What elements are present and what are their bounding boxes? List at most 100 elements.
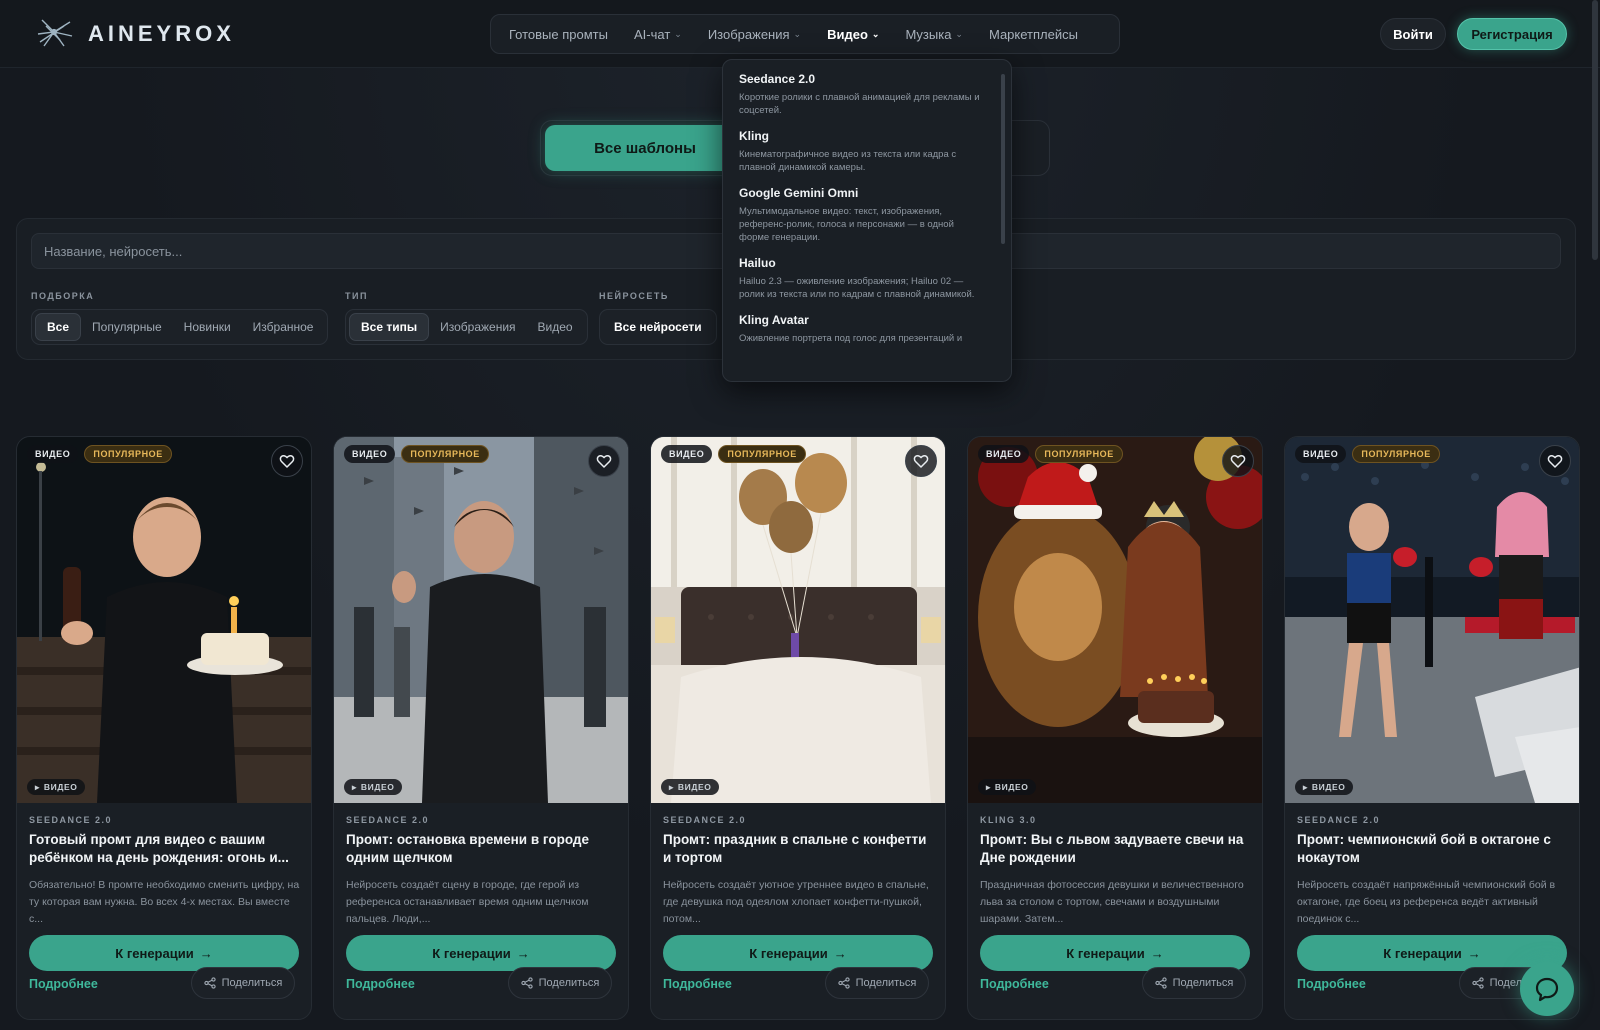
login-button[interactable]: Войти: [1380, 18, 1446, 50]
video-chip-label: ВИДЕО: [1311, 782, 1346, 792]
video-type-chip: ▸ ВИДЕО: [978, 779, 1037, 795]
card-title[interactable]: Промт: Вы с львом задуваете свечи на Дне…: [980, 831, 1252, 869]
card-title[interactable]: Промт: праздник в спальне с конфетти и т…: [663, 831, 935, 869]
more-link[interactable]: Подробнее: [29, 977, 98, 991]
card-model: SEEDANCE 2.0: [663, 815, 747, 825]
nav-item-1[interactable]: AI-чат ⌄: [634, 27, 682, 42]
card-model: SEEDANCE 2.0: [1297, 815, 1381, 825]
favorite-button[interactable]: [1539, 445, 1571, 477]
share-label: Поделиться: [538, 977, 600, 989]
play-icon: ▸: [1303, 781, 1308, 792]
filter-option[interactable]: Все: [35, 313, 82, 341]
card-body: SEEDANCE 2.0 Промт: остановка времени в г…: [346, 815, 618, 929]
play-icon: ▸: [669, 781, 674, 792]
video-type-chip: ▸ ВИДЕО: [344, 779, 403, 795]
network-selected: Все нейросети: [614, 320, 702, 334]
nav-item-2[interactable]: Изображения ⌄: [708, 27, 801, 42]
favorite-button[interactable]: [1222, 445, 1254, 477]
dropdown-item[interactable]: Seedance 2.0 Короткие ролики с плавной ан…: [723, 72, 1011, 117]
popular-badge: ПОПУЛЯРНОЕ: [718, 445, 806, 463]
nav-item-label: Музыка: [905, 26, 952, 42]
chevron-down-icon: ⌄: [871, 28, 880, 39]
dropdown-item-title: Kling Avatar: [739, 313, 809, 327]
network-select[interactable]: Все нейросети: [599, 309, 717, 345]
filter-option[interactable]: Изображения: [429, 313, 526, 341]
share-icon: [837, 977, 850, 989]
dropdown-scrollbar[interactable]: [1001, 74, 1005, 244]
generate-button[interactable]: К генерации →: [346, 935, 616, 971]
filter-option[interactable]: Видео: [527, 313, 584, 341]
favorite-button[interactable]: [905, 445, 937, 477]
nav-item-5[interactable]: Маркетплейсы: [989, 27, 1078, 42]
favorite-button[interactable]: [271, 445, 303, 477]
nav-item-3[interactable]: Видео ⌄: [827, 27, 879, 42]
dropdown-item-title: Hailuo: [739, 256, 776, 270]
template-card[interactable]: ВИДЕО ПОПУЛЯРНОЕ ▸ ВИДЕО SEEDANCE 2.0 Промт: …: [333, 436, 629, 1020]
dropdown-item[interactable]: Hailuo Hailuo 2.3 — оживление изображения…: [723, 256, 1011, 301]
video-chip-label: ВИДЕО: [677, 782, 712, 792]
card-description: Обязательно! В промте необходимо сменить…: [29, 879, 300, 925]
generate-label: К генерации: [749, 945, 828, 961]
generate-button[interactable]: К генерации →: [1297, 935, 1567, 971]
card-preview-image[interactable]: ВИДЕО ПОПУЛЯРНОЕ ▸ ВИДЕО: [651, 437, 945, 803]
generate-button[interactable]: К генерации →: [980, 935, 1250, 971]
share-button[interactable]: Поделиться: [508, 967, 612, 999]
filter-option[interactable]: Избранное: [242, 313, 325, 341]
preview-illustration: [968, 437, 1262, 803]
more-link[interactable]: Подробнее: [1297, 977, 1366, 991]
filter-option[interactable]: Популярные: [81, 313, 173, 341]
nav-item-label: Изображения: [707, 26, 790, 42]
share-button[interactable]: Поделиться: [191, 967, 295, 999]
nav-item-4[interactable]: Музыка ⌄: [905, 27, 963, 42]
card-title[interactable]: Готовый промт для видео с вашим ребёнком…: [29, 831, 301, 869]
card-badges: ВИДЕО ПОПУЛЯРНОЕ: [978, 445, 1123, 463]
chevron-down-icon: ⌄: [674, 28, 682, 39]
video-type-chip: ▸ ВИДЕО: [1295, 779, 1354, 795]
page-scrollbar[interactable]: [1592, 0, 1598, 260]
preview-illustration: [651, 437, 945, 803]
card-description: Нейросеть создаёт напряжённый чемпионски…: [1297, 879, 1556, 925]
share-button[interactable]: Поделиться: [825, 967, 929, 999]
more-link[interactable]: Подробнее: [980, 977, 1049, 991]
card-title[interactable]: Промт: остановка времени в городе одним …: [346, 831, 618, 869]
dropdown-item[interactable]: Google Gemini Omni Мультимодальное видео:…: [723, 186, 1011, 244]
card-title[interactable]: Промт: чемпионский бой в октагоне с нока…: [1297, 831, 1569, 869]
all-templates-button[interactable]: Все шаблоны: [545, 125, 745, 171]
generate-button[interactable]: К генерации →: [663, 935, 933, 971]
brand-logo[interactable]: AINEYROX: [34, 16, 235, 52]
filter-option[interactable]: Новинки: [173, 313, 242, 341]
card-badges: ВИДЕО ПОПУЛЯРНОЕ: [661, 445, 806, 463]
card-body: KLING 3.0 Промт: Вы с львом задуваете све…: [980, 815, 1252, 929]
card-preview-image[interactable]: ВИДЕО ПОПУЛЯРНОЕ ▸ ВИДЕО: [1285, 437, 1579, 803]
card-preview-image[interactable]: ВИДЕО ПОПУЛЯРНОЕ ▸ ВИДЕО: [334, 437, 628, 803]
chat-button[interactable]: [1520, 962, 1574, 1016]
more-link[interactable]: Подробнее: [346, 977, 415, 991]
card-body: SEEDANCE 2.0 Готовый промт для видео с ва…: [29, 815, 301, 929]
dropdown-item-title: Kling: [739, 129, 769, 143]
preview-illustration: [334, 437, 628, 803]
preview-illustration: [17, 437, 311, 803]
dropdown-item[interactable]: Kling Avatar Оживление портрета под голос…: [723, 313, 1011, 345]
share-icon: [203, 977, 216, 989]
template-card[interactable]: ВИДЕО ПОПУЛЯРНОЕ ▸ ВИДЕО SEEDANCE 2.0 Промт: …: [650, 436, 946, 1020]
top-header: AINEYROX Готовые промты AI-чат ⌄ Изображени…: [0, 0, 1600, 68]
card-preview-image[interactable]: ВИДЕО ПОПУЛЯРНОЕ ▸ ВИДЕО: [968, 437, 1262, 803]
card-preview-image[interactable]: ВИДЕО ПОПУЛЯРНОЕ ▸ ВИДЕО: [17, 437, 311, 803]
register-button[interactable]: Регистрация: [1457, 18, 1567, 50]
card-body: SEEDANCE 2.0 Промт: чемпионский бой в окт…: [1297, 815, 1569, 929]
arrow-right-icon: →: [199, 945, 213, 961]
nav-item-0[interactable]: Готовые промты: [509, 27, 608, 42]
dropdown-item[interactable]: Kling Кинематографичное видео из текста и…: [723, 129, 1011, 174]
video-dropdown-menu: Seedance 2.0 Короткие ролики с плавной ан…: [722, 59, 1012, 382]
generate-button[interactable]: К генерации →: [29, 935, 299, 971]
template-card[interactable]: ВИДЕО ПОПУЛЯРНОЕ ▸ ВИДЕО SEEDANCE 2.0 Готовый…: [16, 436, 312, 1020]
share-button[interactable]: Поделиться: [1142, 967, 1246, 999]
favorite-button[interactable]: [588, 445, 620, 477]
play-icon: ▸: [352, 781, 357, 792]
more-link[interactable]: Подробнее: [663, 977, 732, 991]
page: AINEYROX Готовые промты AI-чат ⌄ Изображени…: [0, 0, 1600, 1030]
template-card[interactable]: ВИДЕО ПОПУЛЯРНОЕ ▸ ВИДЕО SEEDANCE 2.0 Промт: …: [1284, 436, 1580, 1020]
dropdown-item-desc: Кинематографичное видео из текста или ка…: [739, 149, 957, 173]
template-card[interactable]: ВИДЕО ПОПУЛЯРНОЕ ▸ ВИДЕО KLING 3.0 Промт: Вы …: [967, 436, 1263, 1020]
filter-option[interactable]: Все типы: [349, 313, 430, 341]
